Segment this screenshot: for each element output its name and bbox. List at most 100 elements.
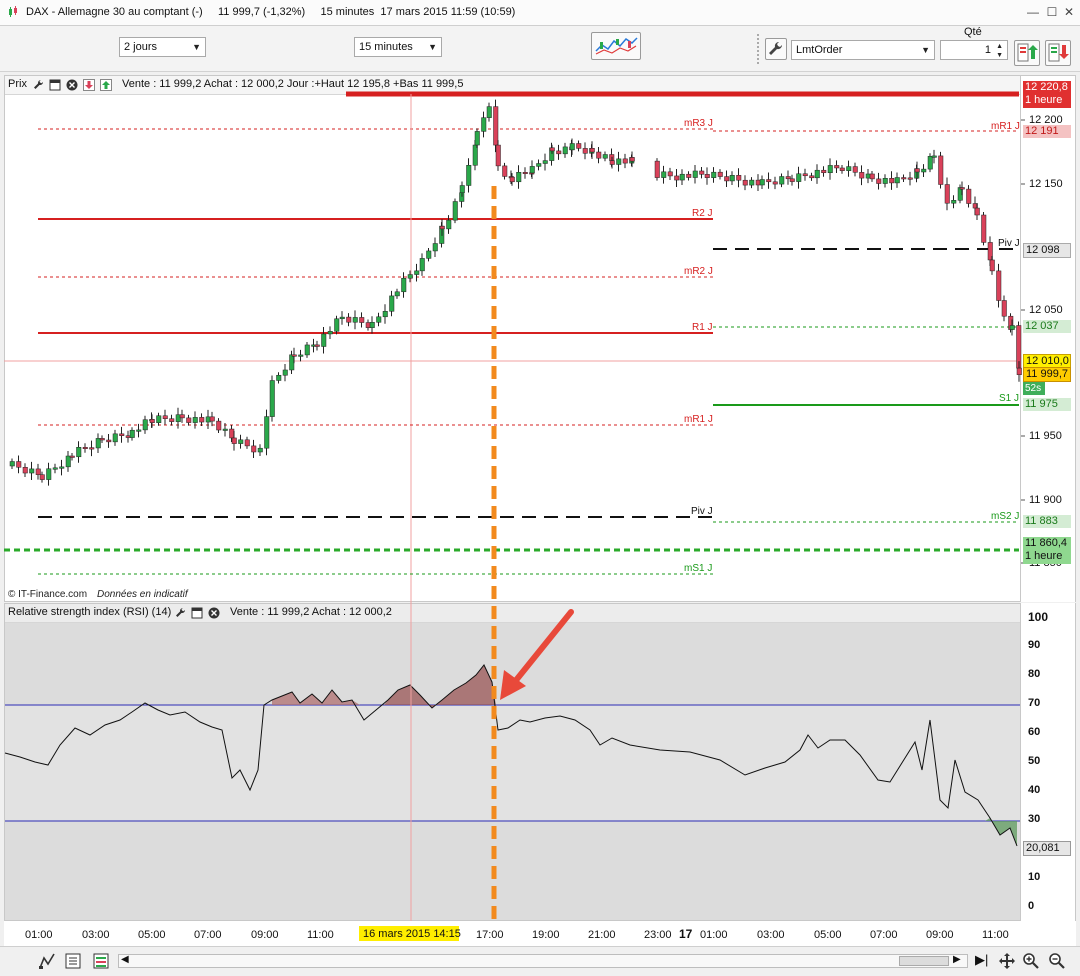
scroll-end-icon[interactable]: ▶| xyxy=(975,952,993,970)
rsi-axis-label: 90 xyxy=(1028,639,1041,651)
candle xyxy=(149,419,155,423)
rsi-last-value-tag: 20,081 xyxy=(1023,841,1071,856)
level-mr2-label: mR2 J xyxy=(684,266,713,277)
candle xyxy=(222,428,228,431)
candle xyxy=(257,447,263,453)
candle xyxy=(839,167,845,171)
candle xyxy=(809,175,815,179)
rsi-axis-label: 70 xyxy=(1028,697,1041,709)
time-axis-label: 09:00 xyxy=(926,929,954,941)
candle xyxy=(432,243,438,252)
candle xyxy=(789,178,795,182)
level-mr1-right-label: mR1 J xyxy=(991,121,1020,132)
candle xyxy=(679,173,685,181)
candle xyxy=(244,439,250,447)
level-ms2-right-label: mS2 J xyxy=(991,511,1019,522)
rsi-axis-label: 60 xyxy=(1028,726,1041,738)
candle xyxy=(582,148,588,154)
pan-icon[interactable] xyxy=(998,952,1016,970)
price-axis-ticks xyxy=(1021,119,1025,564)
candle xyxy=(814,169,820,179)
candle xyxy=(169,418,175,422)
zoom-in-icon[interactable] xyxy=(1022,952,1040,970)
candle xyxy=(869,173,875,180)
candle xyxy=(327,331,333,335)
candle xyxy=(996,270,1002,301)
candle xyxy=(192,417,198,423)
candle xyxy=(216,420,222,431)
scroll-right-icon[interactable]: ▶ xyxy=(953,954,961,965)
candle xyxy=(22,467,28,474)
candle xyxy=(852,166,858,173)
annotation-arrow xyxy=(500,609,574,700)
time-axis-label: 07:00 xyxy=(194,929,222,941)
candle xyxy=(629,157,635,162)
candle xyxy=(766,179,772,183)
bottom-toolbar: ◀ ▶ ▶| xyxy=(0,946,1080,976)
candle xyxy=(907,177,913,180)
candle xyxy=(298,354,304,357)
candle xyxy=(686,173,692,178)
candle xyxy=(439,225,445,230)
drawing-tools-icon[interactable] xyxy=(38,952,56,970)
time-scrollbar[interactable]: ◀ ▶ xyxy=(118,954,968,968)
level-mr1-label: mR1 J xyxy=(684,414,713,425)
candle xyxy=(304,344,310,356)
candle xyxy=(59,466,65,469)
candle xyxy=(495,144,501,167)
candle xyxy=(981,214,987,243)
candle xyxy=(759,179,765,186)
rsi-axis-label: 50 xyxy=(1028,755,1041,767)
candle xyxy=(39,474,45,480)
top-level-price: 12 220,8 xyxy=(1025,81,1068,93)
level-s1-right-label: S1 J xyxy=(999,393,1019,404)
candle xyxy=(717,171,723,177)
s1-value-tag: 11 975 xyxy=(1023,398,1071,411)
candle xyxy=(282,369,288,376)
ms2-value-tag: 11 883 xyxy=(1023,515,1071,528)
candle xyxy=(339,316,345,320)
candle xyxy=(951,200,957,204)
price-axis-label: 12 050 xyxy=(1029,304,1063,316)
pivot-label: Piv J xyxy=(691,506,713,517)
candle xyxy=(407,274,413,279)
candle xyxy=(382,311,388,318)
candle xyxy=(481,117,487,132)
candle xyxy=(314,344,320,347)
candle xyxy=(9,461,15,467)
candle xyxy=(711,171,717,178)
candle xyxy=(289,354,295,371)
trade-list-icon[interactable] xyxy=(92,952,110,970)
time-axis-label: 03:00 xyxy=(757,929,785,941)
candle xyxy=(785,176,791,180)
level-ms1-label: mS1 J xyxy=(684,563,712,574)
rsi-axis-label: 40 xyxy=(1028,784,1041,796)
list-icon[interactable] xyxy=(64,952,82,970)
candle xyxy=(622,158,628,164)
scroll-left-icon[interactable]: ◀ xyxy=(121,954,129,965)
candle xyxy=(466,165,472,186)
candle xyxy=(352,317,358,323)
candle xyxy=(927,156,933,170)
time-axis-label: 11:00 xyxy=(307,929,334,941)
candle xyxy=(16,461,22,468)
candle xyxy=(616,158,622,165)
candle xyxy=(846,166,852,171)
time-axis-label: 03:00 xyxy=(82,929,110,941)
candle xyxy=(827,165,833,174)
bottom-level-tag: 11 860,4 1 heure xyxy=(1023,537,1071,564)
candle xyxy=(729,175,735,182)
candle xyxy=(834,165,840,169)
scrollbar-thumb[interactable] xyxy=(899,956,949,966)
candle xyxy=(989,259,995,272)
time-axis-label: 19:00 xyxy=(532,929,560,941)
time-axis-label: 07:00 xyxy=(870,929,898,941)
candle xyxy=(692,170,698,178)
time-axis-label: 23:00 xyxy=(644,929,672,941)
rsi-axis-label: 100 xyxy=(1028,610,1049,624)
candle xyxy=(162,415,168,419)
candle xyxy=(269,380,275,417)
rsi-axis-label: 30 xyxy=(1028,813,1041,825)
zoom-out-icon[interactable] xyxy=(1048,952,1066,970)
time-axis-label: 17:00 xyxy=(476,929,504,941)
